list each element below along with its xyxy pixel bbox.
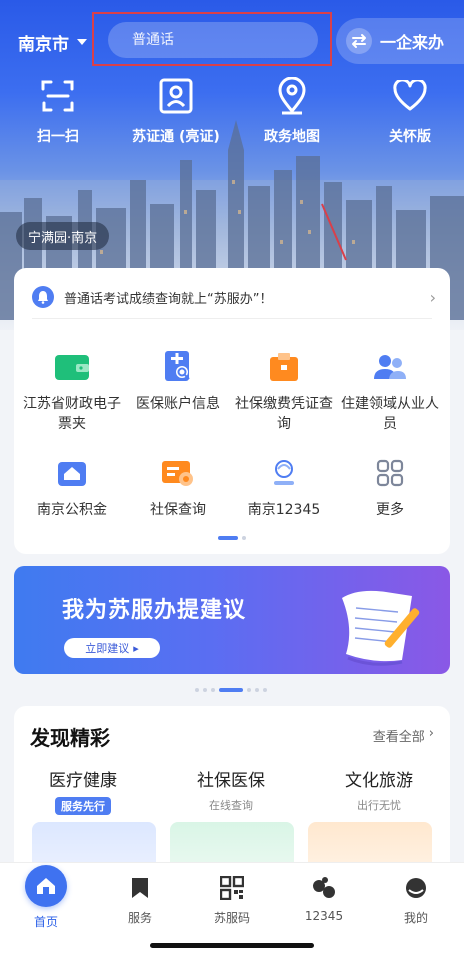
service-shebao-query[interactable]: 社保查询	[128, 454, 228, 520]
banner-dot	[263, 688, 267, 692]
qiye-laiban-button[interactable]: 一企来办	[336, 18, 464, 64]
wallet-icon	[53, 348, 91, 386]
notice-bell-icon	[32, 286, 54, 308]
chat-bubbles-icon	[309, 873, 339, 903]
heart-icon	[390, 76, 430, 116]
service-nanjing-gongjijin[interactable]: 南京公积金	[22, 454, 122, 520]
banner-indicator	[195, 688, 267, 692]
banner-button-label: 立即建议	[85, 642, 130, 655]
banner-dot	[255, 688, 259, 692]
view-all-label: 查看全部	[372, 730, 425, 745]
discover-section: 发现精彩 查看全部 › 医疗健康 服务先行 社保医保 在线查询 文化旅游 出行无…	[14, 706, 450, 876]
tab-label: 服务	[127, 911, 152, 925]
service-more[interactable]: 更多	[340, 454, 440, 520]
banner-dot	[211, 688, 215, 692]
service-shebao-pingzheng[interactable]: 社保缴费凭证查询	[234, 348, 334, 434]
city-selector[interactable]: 南京市	[18, 28, 87, 56]
tab-label: 首页	[33, 915, 58, 929]
location-tag-label: 宁满园·南京	[28, 230, 98, 246]
id-card-icon	[156, 76, 196, 116]
banner-dot	[195, 688, 199, 692]
service-label: 南京公积金	[37, 502, 107, 518]
tab-label: 苏服码	[213, 911, 250, 925]
banner-title: 我为苏服办提建议	[62, 598, 247, 623]
discover-tab-culture[interactable]: 文化旅游 出行无忧	[314, 766, 444, 813]
quick-action-label: 扫一扫	[37, 129, 79, 145]
discover-badge: 服务先行	[55, 797, 111, 815]
chevron-right-icon: ›	[428, 726, 434, 741]
house-fund-icon	[53, 454, 91, 492]
discover-tab-label: 社保医保	[197, 771, 265, 791]
scan-icon	[38, 76, 78, 116]
quick-action-scan[interactable]: 扫一扫	[8, 76, 108, 146]
folder-icon	[265, 348, 303, 386]
discover-title: 发现精彩	[30, 726, 110, 750]
view-all-link[interactable]: 查看全部 ›	[373, 726, 434, 745]
banner-dot-active	[219, 688, 243, 692]
map-pin-icon	[272, 76, 312, 116]
discover-tab-medical[interactable]: 医疗健康 服务先行	[18, 766, 148, 815]
service-caizheng-piaojia[interactable]: 江苏省财政电子票夹	[22, 348, 122, 434]
notice-bar[interactable]: 普通话考试成绩查询就上“苏服办”！ ›	[14, 282, 450, 312]
quick-action-label: 苏证通 (亮证)	[132, 129, 220, 145]
caret-down-icon	[77, 39, 87, 45]
service-nanjing-12345[interactable]: 南京12345	[234, 454, 334, 520]
medical-account-icon	[159, 348, 197, 386]
service-label: 医保账户信息	[136, 396, 220, 412]
swap-arrows-icon	[346, 28, 372, 54]
chevron-right-icon: ›	[429, 287, 436, 307]
location-tag: 宁满园·南京	[16, 222, 110, 250]
bookmark-icon	[125, 873, 155, 903]
tab-label: 12345	[304, 909, 344, 923]
page-indicator	[218, 536, 246, 540]
hotline-icon	[265, 454, 303, 492]
service-label: 江苏省财政电子票夹	[23, 396, 121, 432]
service-zhujian-people[interactable]: 住建领域从业人员	[340, 348, 440, 434]
banner-dot	[203, 688, 207, 692]
quick-action-id[interactable]: 苏证通 (亮证)	[126, 76, 226, 146]
home-indicator	[150, 943, 314, 948]
discover-subtitle: 在线查询	[209, 799, 253, 812]
service-label: 南京12345	[247, 502, 321, 518]
tab-mine[interactable]: 我的	[376, 873, 456, 926]
discover-tab-label: 医疗健康	[49, 771, 117, 791]
service-label: 社保查询	[150, 502, 206, 518]
page-dot	[242, 536, 246, 540]
banner-dot	[247, 688, 251, 692]
divider	[32, 318, 432, 319]
home-icon	[25, 865, 67, 907]
search-bar[interactable]	[108, 22, 318, 58]
search-input[interactable]	[132, 32, 306, 48]
discover-tab-label: 文化旅游	[345, 771, 413, 791]
quick-action-label: 政务地图	[264, 129, 320, 145]
quick-action-care[interactable]: 关怀版	[360, 76, 460, 146]
service-label: 住建领域从业人员	[341, 396, 439, 432]
qr-code-icon	[217, 873, 247, 903]
tab-service[interactable]: 服务	[100, 873, 180, 926]
people-icon	[371, 348, 409, 386]
play-arrow-icon: ▸	[133, 641, 139, 655]
social-security-card-icon	[159, 454, 197, 492]
document-pen-illustration	[342, 590, 420, 666]
banner-button[interactable]: 立即建议 ▸	[64, 638, 160, 658]
tab-home[interactable]: 首页	[6, 865, 86, 930]
service-label: 社保缴费凭证查询	[235, 396, 333, 432]
quick-action-map[interactable]: 政务地图	[242, 76, 342, 146]
services-card: 普通话考试成绩查询就上“苏服办”！ › 江苏省财政电子票夹 医保账户信息 社保缴…	[14, 268, 450, 554]
quick-action-label: 关怀版	[389, 129, 431, 145]
grid-icon	[371, 454, 409, 492]
service-yibao-account[interactable]: 医保账户信息	[128, 348, 228, 414]
user-icon	[401, 873, 431, 903]
city-name: 南京市	[18, 34, 69, 55]
suggestion-banner[interactable]: 我为苏服办提建议 立即建议 ▸	[14, 566, 450, 674]
qiye-label: 一企来办	[380, 33, 445, 52]
page-dot-active	[218, 536, 238, 540]
discover-tab-shebao[interactable]: 社保医保 在线查询	[166, 766, 296, 813]
tab-sufuma[interactable]: 苏服码	[192, 873, 272, 926]
notice-text: 普通话考试成绩查询就上“苏服办”！	[64, 291, 273, 307]
service-label: 更多	[376, 502, 404, 518]
discover-subtitle: 出行无忧	[357, 799, 401, 812]
tab-label: 我的	[403, 911, 428, 925]
tab-12345[interactable]: 12345	[284, 873, 364, 923]
